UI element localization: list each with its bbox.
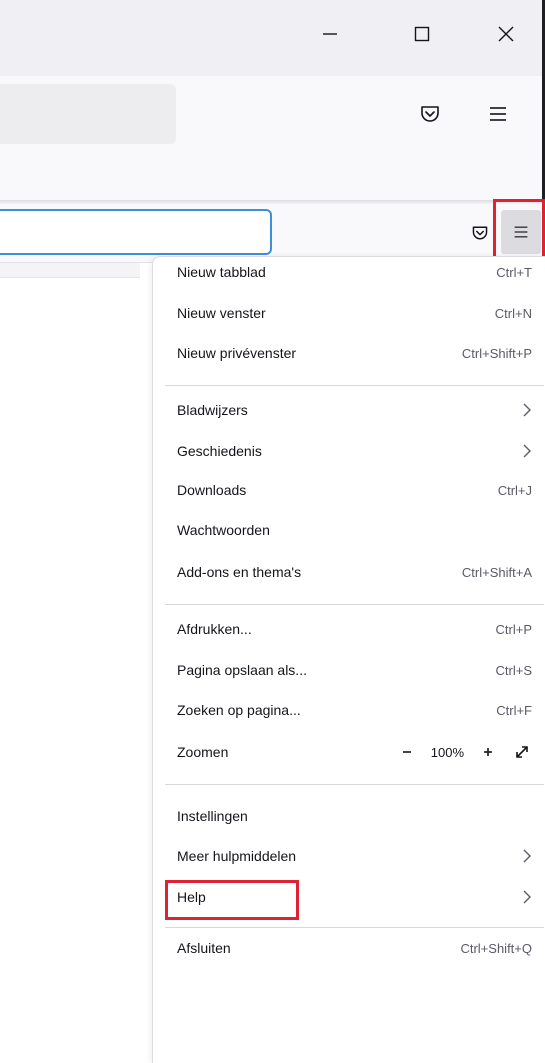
fullscreen-button[interactable] xyxy=(512,742,532,762)
menu-separator xyxy=(165,784,544,785)
navigation-toolbar-zoomed xyxy=(0,204,545,263)
close-icon xyxy=(498,26,514,42)
menu-item-label: Afdrukken... xyxy=(177,621,252,637)
menu-item-label: Geschiedenis xyxy=(177,443,262,459)
maximize-button[interactable] xyxy=(400,14,444,54)
navigation-toolbar xyxy=(0,76,545,200)
menu-item-shortcut: Ctrl+Shift+Q xyxy=(460,940,532,956)
pocket-icon xyxy=(421,106,439,122)
hamburger-menu-icon xyxy=(490,107,506,121)
pocket-icon xyxy=(472,226,488,240)
plus-icon xyxy=(484,748,492,756)
settings-highlight xyxy=(165,880,299,920)
menu-item-new-private-window[interactable]: Nieuw privévenster Ctrl+Shift+P xyxy=(177,338,532,368)
menu-item-quit[interactable]: Afsluiten Ctrl+Shift+Q xyxy=(177,933,532,963)
maximize-icon xyxy=(414,26,430,42)
menu-item-shortcut: Ctrl+Shift+A xyxy=(461,564,532,580)
minimize-button[interactable] xyxy=(308,14,352,54)
url-bar-focused[interactable] xyxy=(0,209,272,255)
page-strip xyxy=(0,263,140,278)
menu-item-addons-themes[interactable]: Add-ons en thema's Ctrl+Shift+A xyxy=(177,557,532,587)
pocket-button[interactable] xyxy=(410,94,450,134)
menu-item-save-page[interactable]: Pagina opslaan als... Ctrl+S xyxy=(177,655,532,685)
menu-item-new-window[interactable]: Nieuw venster Ctrl+N xyxy=(177,298,532,328)
zoom-controls: 100% xyxy=(397,742,532,762)
menu-separator xyxy=(165,604,544,605)
menu-item-label: Downloads xyxy=(177,482,247,498)
menu-item-label: Meer hulpmiddelen xyxy=(177,848,297,864)
menu-item-shortcut: Ctrl+N xyxy=(494,305,532,321)
menu-item-label: Add-ons en thema's xyxy=(177,564,302,580)
menu-item-label: Nieuw venster xyxy=(177,305,266,321)
menu-item-shortcut: Ctrl+J xyxy=(497,482,532,498)
menu-item-label: Bladwijzers xyxy=(177,402,248,418)
chevron-right-icon xyxy=(522,849,532,863)
menu-item-passwords[interactable]: Wachtwoorden xyxy=(177,515,532,545)
menu-item-print[interactable]: Afdrukken... Ctrl+P xyxy=(177,614,532,644)
menu-item-label: Nieuw tabblad xyxy=(177,264,266,280)
close-button[interactable] xyxy=(484,14,528,54)
menu-item-history[interactable]: Geschiedenis xyxy=(177,436,532,466)
url-bar[interactable] xyxy=(0,84,176,144)
zoom-out-button[interactable] xyxy=(397,742,417,762)
menu-item-label: Zoomen xyxy=(177,744,229,760)
minimize-icon xyxy=(323,33,337,35)
menu-item-label: Pagina opslaan als... xyxy=(177,662,307,678)
app-menu-button[interactable] xyxy=(478,94,518,134)
fullscreen-icon xyxy=(516,746,528,758)
menu-item-shortcut: Ctrl+T xyxy=(496,264,532,280)
menu-item-settings[interactable]: Instellingen xyxy=(177,801,532,831)
zoom-level[interactable]: 100% xyxy=(431,745,464,760)
menu-item-label: Instellingen xyxy=(177,808,248,824)
menu-item-find-in-page[interactable]: Zoeken op pagina... Ctrl+F xyxy=(177,695,532,725)
menu-item-shortcut: Ctrl+S xyxy=(495,662,532,678)
minus-icon xyxy=(402,751,411,753)
menu-item-new-tab[interactable]: Nieuw tabblad Ctrl+T xyxy=(177,257,532,287)
menu-item-label: Wachtwoorden xyxy=(177,522,270,538)
chevron-right-icon xyxy=(522,890,532,904)
menu-separator xyxy=(165,385,544,386)
chevron-right-icon xyxy=(522,403,532,417)
menu-item-shortcut: Ctrl+Shift+P xyxy=(461,345,532,361)
menu-item-downloads[interactable]: Downloads Ctrl+J xyxy=(177,475,532,505)
app-menu-panel: Nieuw tabblad Ctrl+T Nieuw venster Ctrl+… xyxy=(152,256,545,1063)
menu-item-zoom: Zoomen 100% xyxy=(177,737,532,767)
menu-item-label: Nieuw privévenster xyxy=(177,345,297,361)
menu-item-more-tools[interactable]: Meer hulpmiddelen xyxy=(177,841,532,871)
menu-separator xyxy=(165,927,544,928)
menu-item-bookmarks[interactable]: Bladwijzers xyxy=(177,395,532,425)
chevron-right-icon xyxy=(522,444,532,458)
menu-item-label: Afsluiten xyxy=(177,940,231,956)
menu-item-shortcut: Ctrl+F xyxy=(496,702,532,718)
window-titlebar xyxy=(0,0,545,76)
zoom-in-button[interactable] xyxy=(478,742,498,762)
menu-item-shortcut: Ctrl+P xyxy=(495,621,532,637)
menu-item-label: Zoeken op pagina... xyxy=(177,702,301,718)
